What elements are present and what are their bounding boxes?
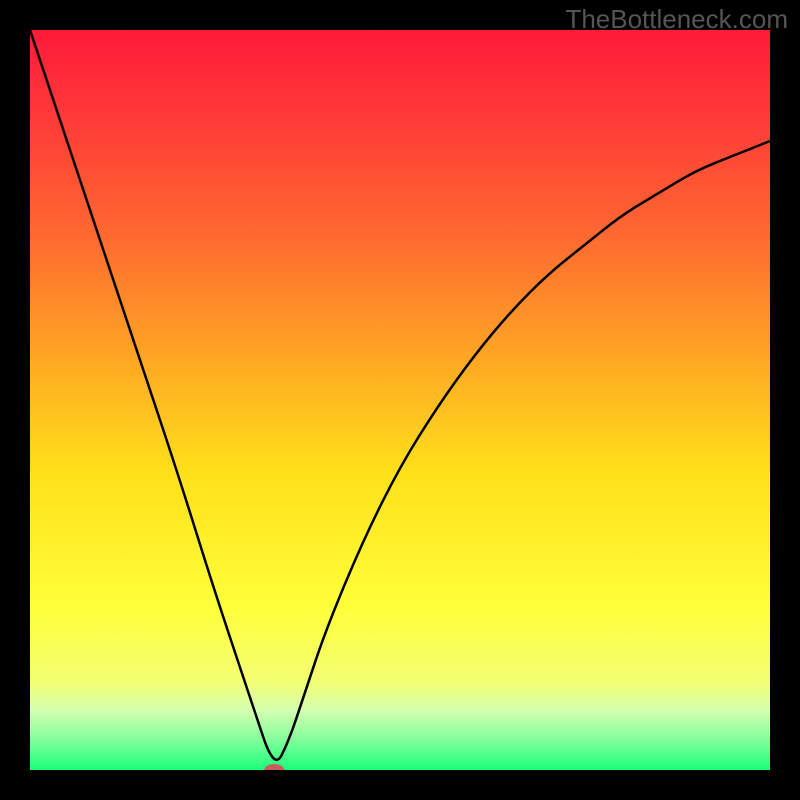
bottleneck-curve — [30, 30, 770, 760]
curve-layer — [30, 30, 770, 770]
plot-area — [30, 30, 770, 770]
optimal-marker — [264, 764, 284, 770]
chart-container: TheBottleneck.com — [0, 0, 800, 800]
watermark-text: TheBottleneck.com — [565, 4, 788, 35]
